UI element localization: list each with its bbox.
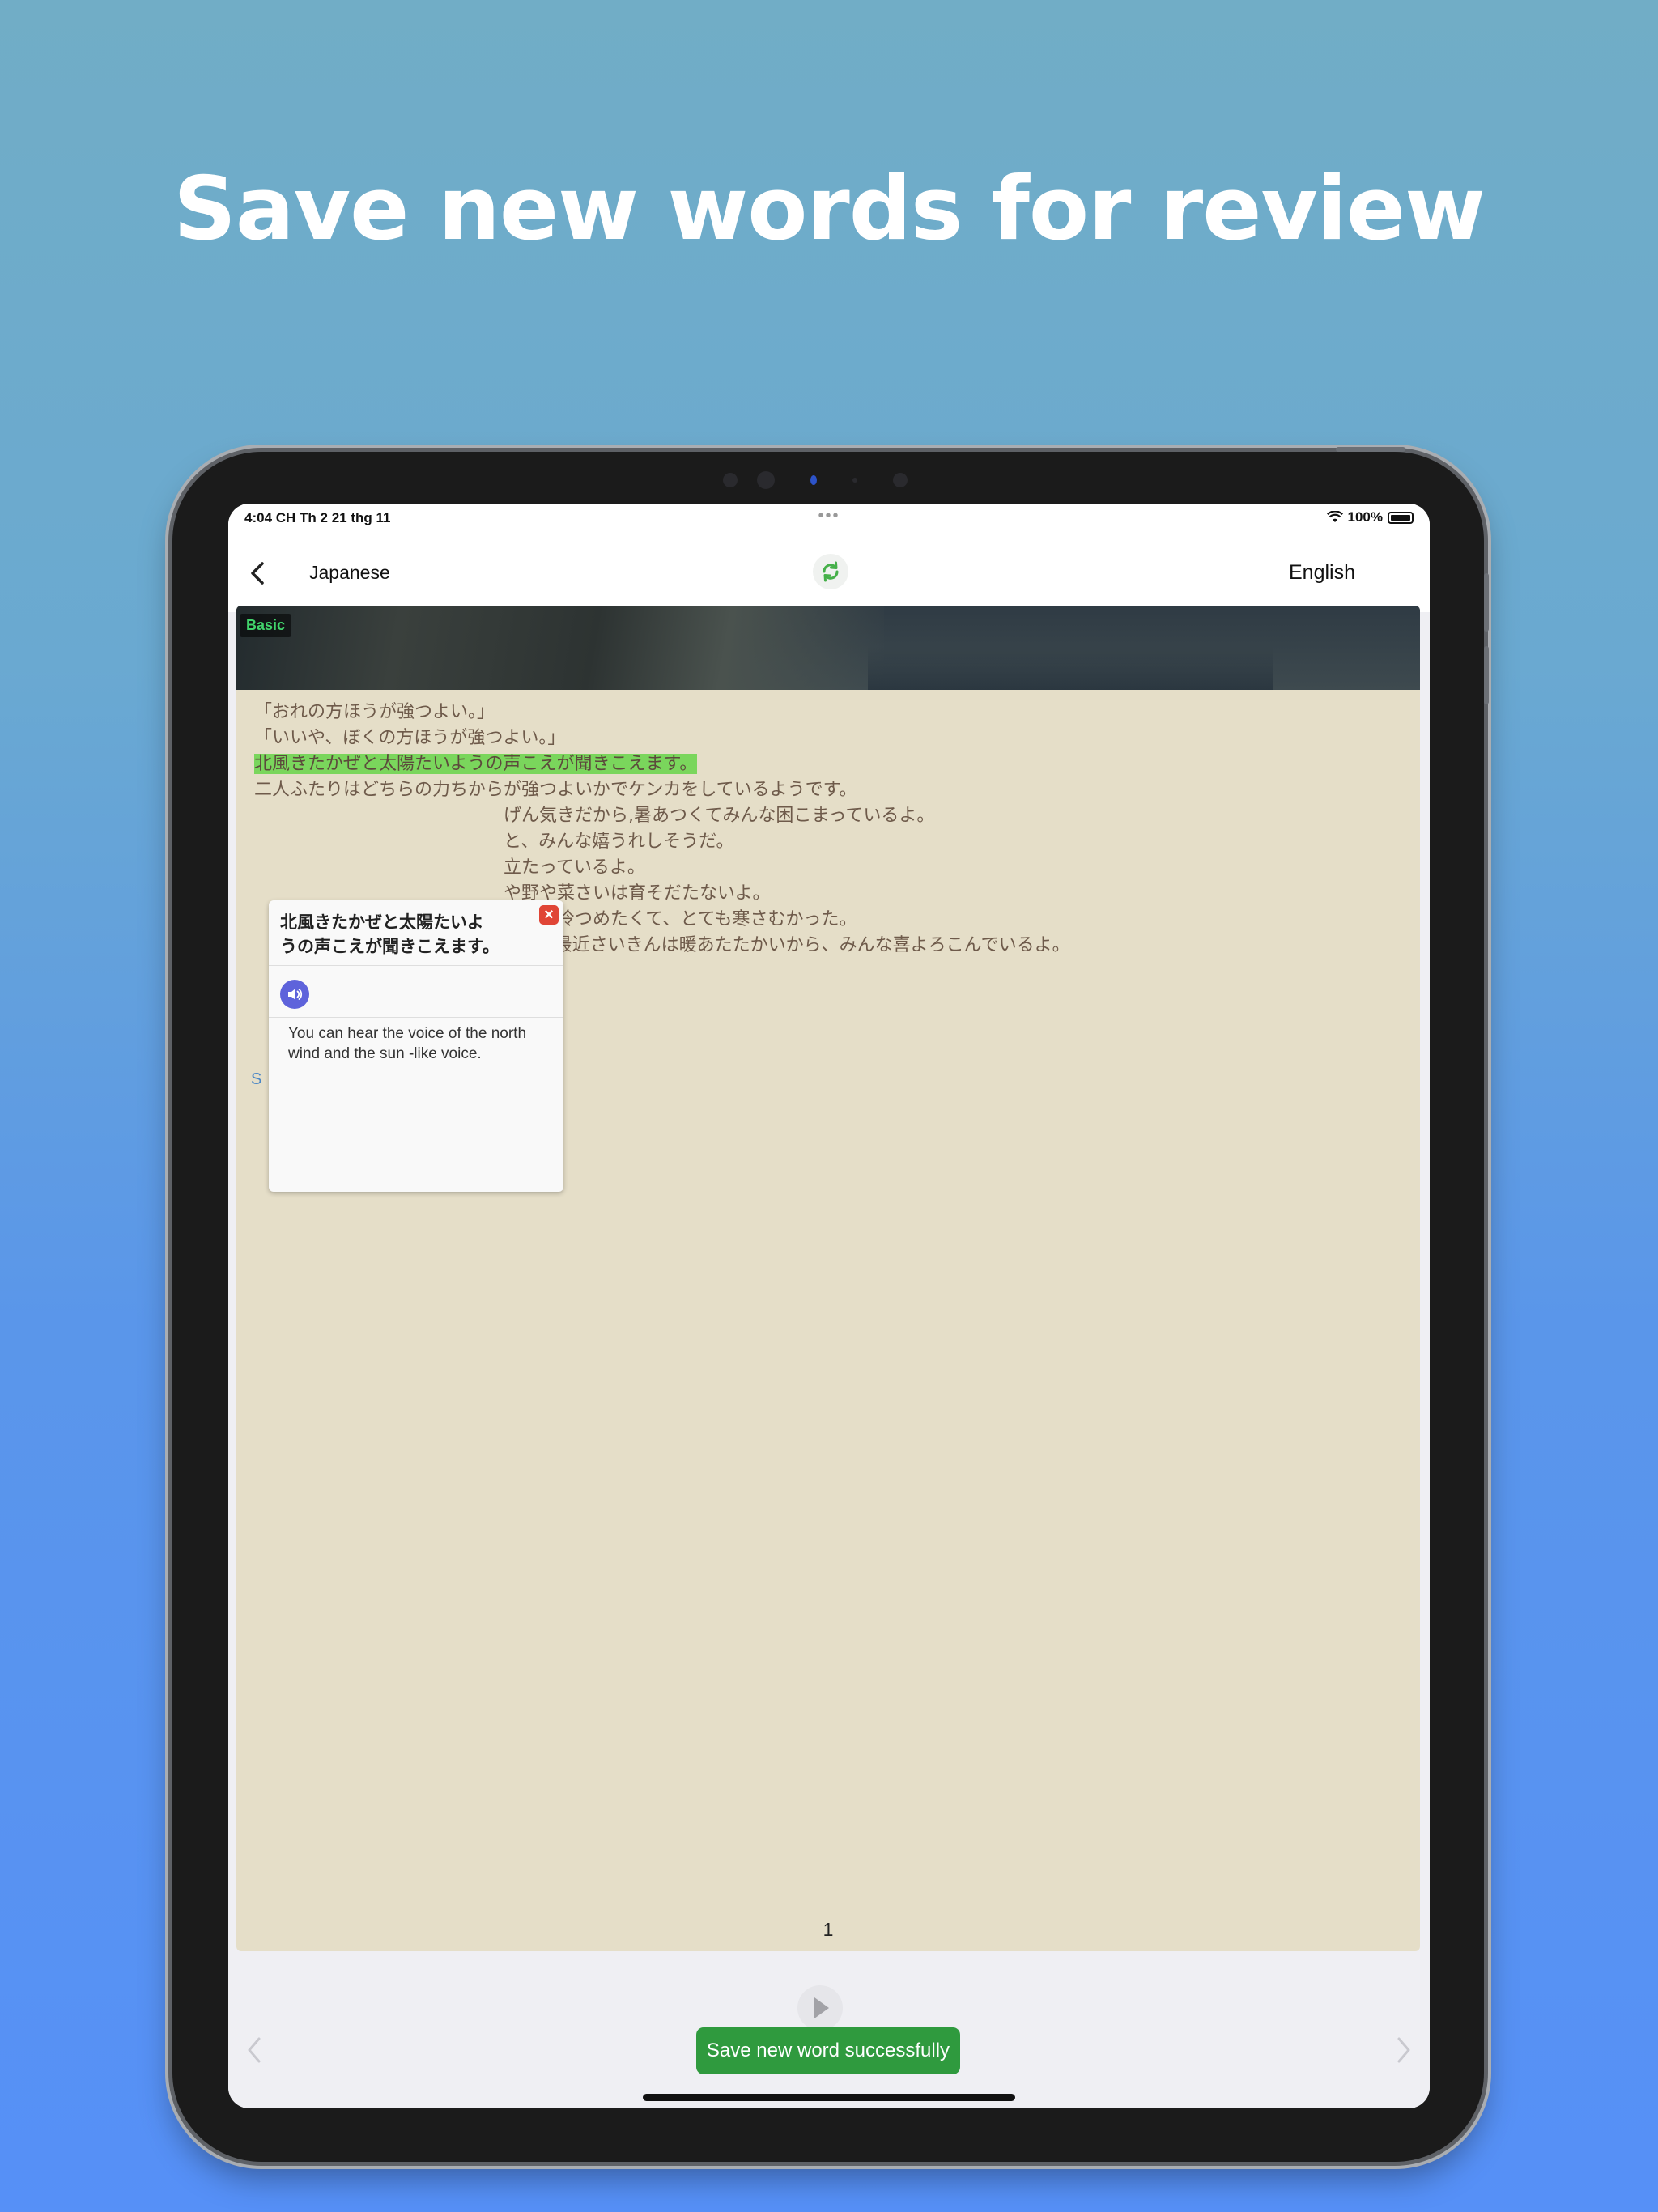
- divider: [269, 965, 563, 966]
- translation-popup: 北風きたかぜと太陽たいよ うの声こえが聞きこえます。 × You can hear…: [269, 900, 563, 1192]
- speaker-icon: [288, 989, 303, 1000]
- play-button[interactable]: [797, 1985, 843, 2031]
- story-banner-image: Basic: [236, 606, 1420, 690]
- save-success-toast: Save new word successfully: [696, 2027, 960, 2074]
- divider: [269, 1017, 563, 1018]
- story-line[interactable]: 「いいや、ぼくの方ほうが強つよい。」: [254, 725, 1404, 751]
- wifi-icon: [1326, 511, 1343, 522]
- play-audio-button[interactable]: [280, 980, 309, 1009]
- status-bar: 4:04 CH Th 2 21 thg 11 ••• 100%: [228, 504, 1430, 533]
- play-icon: [814, 1997, 829, 2018]
- volume-down-button: [1484, 646, 1489, 704]
- nav-bar: Japanese English: [228, 533, 1430, 612]
- story-line-highlighted[interactable]: 北風きたかぜと太陽たいようの声こえが聞きこえます。: [254, 751, 1404, 777]
- next-page-chevron-icon[interactable]: [1391, 2032, 1415, 2068]
- source-language[interactable]: Japanese: [309, 562, 390, 584]
- app-screen: 4:04 CH Th 2 21 thg 11 ••• 100% Japanese: [228, 504, 1430, 2108]
- battery-percent: 100%: [1347, 509, 1383, 525]
- popup-sentence: 北風きたかぜと太陽たいよ うの声こえが聞きこえます。: [280, 912, 500, 956]
- status-right: 100%: [1326, 509, 1414, 525]
- camera-bar: [723, 468, 933, 492]
- story-line[interactable]: 立たっているよ。: [254, 855, 1404, 881]
- story-line[interactable]: 二人ふたりはどちらの力ちからが強つよいかでケンカをしているようです。: [254, 777, 1404, 803]
- target-language[interactable]: English: [1289, 561, 1355, 585]
- swap-languages-button[interactable]: [813, 554, 848, 589]
- volume-up-button: [1484, 573, 1489, 632]
- close-icon[interactable]: ×: [539, 905, 559, 925]
- home-indicator[interactable]: [643, 2094, 1015, 2101]
- status-time: 4:04 CH Th 2 21 thg 11: [244, 510, 391, 525]
- story-line[interactable]: と、みんな嬉うれしそうだ。: [254, 829, 1404, 855]
- page-number: 1: [823, 1919, 834, 1940]
- story-line[interactable]: げん気きだから,暑あつくてみんな困こまっているよ。: [254, 803, 1404, 829]
- top-button: [1336, 447, 1405, 452]
- refresh-icon: [823, 561, 839, 582]
- story-link-text[interactable]: S: [251, 1070, 261, 1089]
- popup-translation: You can hear the voice of the north wind…: [288, 1025, 527, 1062]
- previous-page-chevron-icon[interactable]: [243, 2032, 267, 2068]
- story-line[interactable]: 「おれの方ほうが強つよい。」: [254, 700, 1404, 725]
- promo-headline: Save new words for review: [173, 159, 1486, 260]
- battery-icon: [1388, 511, 1414, 524]
- multitasking-dots[interactable]: •••: [818, 507, 840, 525]
- level-badge: Basic: [240, 614, 292, 637]
- back-chevron-icon[interactable]: [243, 557, 275, 589]
- story-reader: Basic 「おれの方ほうが強つよい。」 「いいや、ぼくの方ほうが強つよい。」 …: [236, 606, 1420, 1951]
